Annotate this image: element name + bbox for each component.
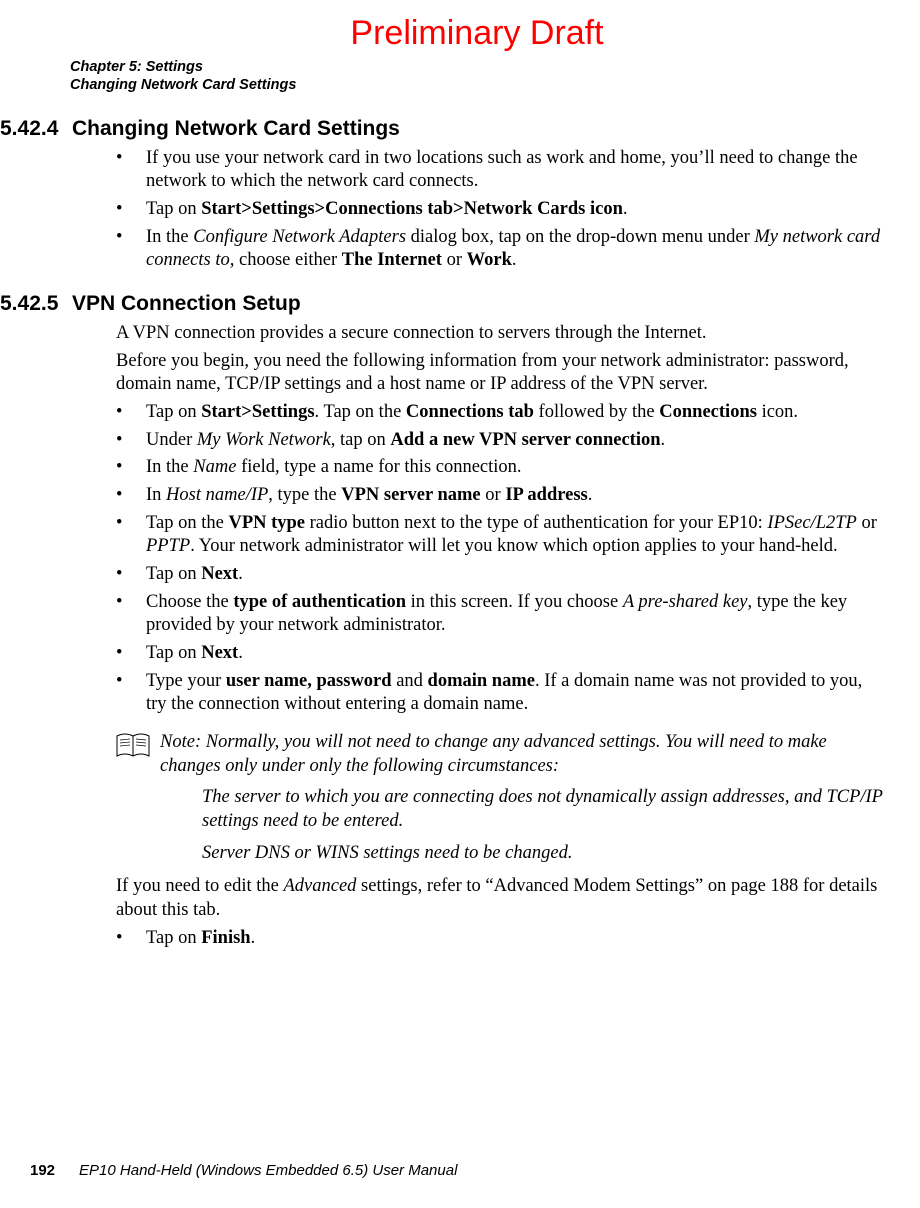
text-bold: Connections	[659, 402, 757, 422]
note-body: Note: Normally, you will not need to cha…	[160, 731, 884, 865]
text-italic: My Work Network	[197, 430, 331, 450]
page-number: 192	[30, 1162, 55, 1179]
text: .	[661, 430, 666, 450]
paragraph: Before you begin, you need the following…	[116, 350, 884, 397]
text: .	[588, 485, 593, 505]
text: Type your	[146, 671, 226, 691]
text: In the	[146, 457, 193, 477]
list-item: Tap on Next.	[116, 642, 884, 666]
list-item: In the Name field, type a name for this …	[116, 456, 884, 480]
text-bold: Start>Settings	[201, 402, 314, 422]
text: If you need to edit the	[116, 876, 283, 896]
text-italic: Name	[193, 457, 236, 477]
text: or	[857, 513, 877, 533]
text: .	[251, 928, 256, 948]
text: . Your network administrator will let yo…	[190, 536, 837, 556]
text: In	[146, 485, 166, 505]
list-item: Choose the type of authentication in thi…	[116, 591, 884, 638]
text-bold: type of authentication	[233, 592, 406, 612]
text: or	[442, 250, 467, 270]
text: In the	[146, 227, 193, 247]
section-5-42-4-heading: 5.42.4Changing Network Card Settings	[0, 116, 884, 143]
text: dialog box, tap on the drop-down menu un…	[406, 227, 754, 247]
section-number: 5.42.5	[0, 291, 72, 318]
text-bold: Work	[467, 250, 512, 270]
note-text: Normally, you will not need to change an…	[160, 732, 827, 776]
list-item: Tap on Finish.	[116, 927, 884, 951]
text-bold: VPN server name	[341, 485, 480, 505]
text-bold: Next	[201, 643, 238, 663]
text: , tap on	[331, 430, 391, 450]
text-bold: VPN type	[228, 513, 305, 533]
paragraph: If you need to edit the Advanced setting…	[116, 875, 884, 922]
text: Choose the	[146, 592, 233, 612]
text: Tap on	[146, 402, 201, 422]
note-text: The server to which you are connecting d…	[160, 786, 884, 833]
note-text: Server DNS or WINS settings need to be c…	[160, 842, 884, 866]
list-item: In the Configure Network Adapters dialog…	[116, 226, 884, 273]
text-italic: Configure Network Adapters	[193, 227, 406, 247]
text-italic: PPTP	[146, 536, 190, 556]
chapter-header: Chapter 5: Settings Changing Network Car…	[70, 58, 884, 94]
text-bold: domain name	[428, 671, 535, 691]
list-item: If you use your network card in two loca…	[116, 147, 884, 194]
list-item: Tap on Next.	[116, 563, 884, 587]
section-title: VPN Connection Setup	[72, 292, 301, 315]
preliminary-draft-banner: Preliminary Draft	[70, 12, 884, 56]
text: radio button next to the type of authent…	[305, 513, 767, 533]
chapter-header-line2: Changing Network Card Settings	[70, 76, 884, 94]
text-italic: A pre-shared key	[623, 592, 748, 612]
text: . Tap on the	[315, 402, 406, 422]
text-bold: Connections tab	[406, 402, 534, 422]
page-footer: 192 EP10 Hand-Held (Windows Embedded 6.5)…	[30, 1161, 457, 1180]
text-bold: Add a new VPN server connection	[390, 430, 660, 450]
chapter-header-line1: Chapter 5: Settings	[70, 58, 884, 76]
text: .	[623, 199, 628, 219]
book-icon	[116, 733, 150, 759]
text: field, type a name for this connection.	[236, 457, 521, 477]
text-bold: The Internet	[342, 250, 442, 270]
section-5-42-4-list: If you use your network card in two loca…	[70, 147, 884, 273]
section-5-42-5-list-tail: Tap on Finish.	[70, 927, 884, 951]
text: followed by the	[534, 402, 659, 422]
text: or	[481, 485, 506, 505]
paragraph: A VPN connection provides a secure conne…	[116, 322, 884, 346]
text-italic: IPSec/L2TP	[767, 513, 856, 533]
text-italic: Host name/IP	[166, 485, 268, 505]
section-5-42-5-list: Tap on Start>Settings. Tap on the Connec…	[70, 401, 884, 717]
note-label: Note:	[160, 732, 206, 752]
text: Tap on	[146, 199, 201, 219]
text: in this screen. If you choose	[406, 592, 623, 612]
text-italic: Advanced	[283, 876, 356, 896]
text-bold: Finish	[201, 928, 250, 948]
text-bold: IP address	[505, 485, 587, 505]
text: If you use your network card in two loca…	[146, 148, 858, 192]
text: icon.	[757, 402, 798, 422]
section-5-42-5-heading: 5.42.5VPN Connection Setup	[0, 291, 884, 318]
text-bold: Start>Settings>Connections tab>Network C…	[201, 199, 623, 219]
list-item: Tap on Start>Settings>Connections tab>Ne…	[116, 198, 884, 222]
section-title: Changing Network Card Settings	[72, 117, 400, 140]
text-bold: Next	[201, 564, 238, 584]
text: Tap on	[146, 928, 201, 948]
list-item: Tap on the VPN type radio button next to…	[116, 512, 884, 559]
text: Under	[146, 430, 197, 450]
list-item: Type your user name, password and domain…	[116, 670, 884, 717]
text: Tap on	[146, 643, 201, 663]
text: .	[238, 564, 243, 584]
text: Tap on the	[146, 513, 228, 533]
text: Tap on	[146, 564, 201, 584]
note-block: Note: Normally, you will not need to cha…	[116, 731, 884, 865]
section-number: 5.42.4	[0, 116, 72, 143]
manual-title: EP10 Hand-Held (Windows Embedded 6.5) Us…	[79, 1162, 457, 1179]
list-item: In Host name/IP, type the VPN server nam…	[116, 484, 884, 508]
text: .	[512, 250, 517, 270]
list-item: Tap on Start>Settings. Tap on the Connec…	[116, 401, 884, 425]
text: , type the	[268, 485, 341, 505]
text: and	[392, 671, 428, 691]
list-item: Under My Work Network, tap on Add a new …	[116, 429, 884, 453]
text: .	[238, 643, 243, 663]
text-bold: user name, password	[226, 671, 392, 691]
text: choose either	[234, 250, 341, 270]
